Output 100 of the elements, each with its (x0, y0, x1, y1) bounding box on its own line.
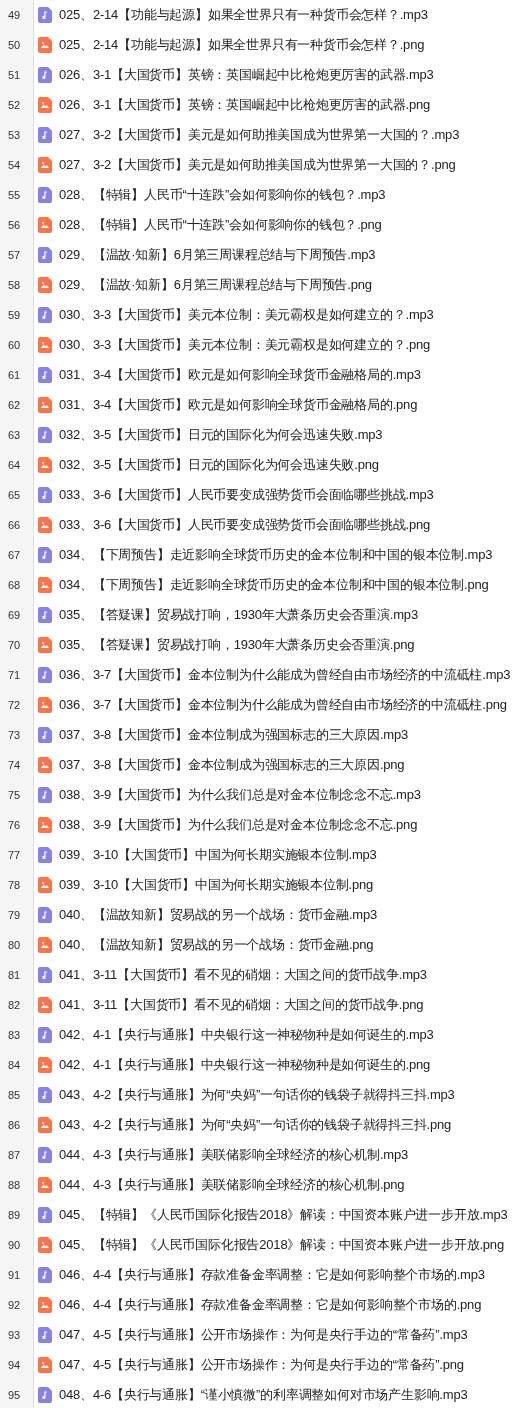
line-number: 67 (7, 547, 22, 563)
file-name[interactable]: 037、3-8【大国货币】金本位制成为强国标志的三大原因.png (59, 755, 405, 775)
file-name[interactable]: 036、3-7【大国货币】金本位制为什么能成为曾经自由市场经济的中流砥柱.mp3 (59, 665, 511, 685)
image-file-icon (38, 217, 52, 233)
image-file-icon (38, 697, 52, 713)
file-name[interactable]: 041、3-11【大国货币】看不见的硝烟：大国之间的货币战争.mp3 (59, 965, 427, 985)
file-name[interactable]: 040、【温故知新】贸易战的另一个战场：货币金融.mp3 (59, 905, 377, 925)
line-number: 77 (7, 847, 22, 863)
music-file-icon (38, 307, 52, 323)
file-name[interactable]: 027、3-2【大国货币】美元是如何助推美国成为世界第一大国的？.png (59, 155, 456, 175)
file-name[interactable]: 043、4-2【央行与通胀】为何“央妈”一句话你的钱袋子就得抖三抖.mp3 (59, 1085, 455, 1105)
file-name[interactable]: 035、【答疑课】贸易战打响，1930年大萧条历史会否重演.png (59, 635, 415, 655)
file-name[interactable]: 035、【答疑课】贸易战打响，1930年大萧条历史会否重演.mp3 (59, 605, 418, 625)
line-number: 84 (7, 1057, 22, 1073)
file-name[interactable]: 032、3-5【大国货币】日元的国际化为何会迅速失败.png (59, 455, 379, 475)
image-file-icon (38, 877, 52, 893)
file-name[interactable]: 039、3-10【大国货币】中国为何长期实施银本位制.png (59, 875, 373, 895)
file-name[interactable]: 044、4-3【央行与通胀】美联储影响全球经济的核心机制.mp3 (59, 1145, 408, 1165)
music-file-icon (38, 187, 52, 203)
music-file-icon (38, 787, 52, 803)
line-number: 76 (7, 817, 22, 833)
file-name[interactable]: 038、3-9【大国货币】为什么我们总是对金本位制念念不忘.mp3 (59, 785, 421, 805)
image-file-icon (38, 277, 52, 293)
file-name[interactable]: 033、3-6【大国货币】人民币要变成强势货币会面临哪些挑战.png (59, 515, 430, 535)
line-number: 65 (7, 487, 22, 503)
image-file-icon (38, 517, 52, 533)
image-file-icon (38, 1177, 52, 1193)
music-file-icon (38, 667, 52, 683)
music-file-icon (38, 127, 52, 143)
music-file-icon (38, 1147, 52, 1163)
music-file-icon (38, 1327, 52, 1343)
line-number: 95 (7, 1387, 22, 1403)
line-number: 52 (7, 97, 22, 113)
line-number: 53 (7, 127, 22, 143)
line-number: 79 (7, 907, 22, 923)
file-name[interactable]: 046、4-4【央行与通胀】存款准备金率调整：它是如何影响整个市场的.mp3 (59, 1265, 485, 1285)
music-file-icon (38, 247, 52, 263)
file-name[interactable]: 034、【下周预告】走近影响全球货币历史的金本位制和中国的银本位制.mp3 (59, 545, 493, 565)
file-name[interactable]: 030、3-3【大国货币】美元本位制：美元霸权是如何建立的？.png (59, 335, 430, 355)
image-file-icon (38, 1237, 52, 1253)
file-name[interactable]: 036、3-7【大国货币】金本位制为什么能成为曾经自由市场经济的中流砥柱.png (59, 695, 507, 715)
file-name[interactable]: 026、3-1【大国货币】英镑：英国崛起中比枪炮更厉害的武器.png (59, 95, 430, 115)
line-number: 49 (7, 7, 22, 23)
image-file-icon (38, 1117, 52, 1133)
file-name[interactable]: 042、4-1【央行与通胀】中央银行这一神秘物种是如何诞生的.mp3 (59, 1025, 434, 1045)
file-name[interactable]: 026、3-1【大国货币】英镑：英国崛起中比枪炮更厉害的武器.mp3 (59, 65, 434, 85)
line-number: 70 (7, 637, 22, 653)
file-name[interactable]: 025、2-14【功能与起源】如果全世界只有一种货币会怎样？.png (59, 35, 425, 55)
music-file-icon (38, 967, 52, 983)
image-file-icon (38, 577, 52, 593)
music-file-icon (38, 1387, 52, 1403)
image-file-icon (38, 157, 52, 173)
line-number: 87 (7, 1147, 22, 1163)
file-name[interactable]: 029、【温故·知新】6月第三周课程总结与下周预告.png (59, 275, 372, 295)
file-name[interactable]: 031、3-4【大国货币】欧元是如何影响全球货币金融格局的.mp3 (59, 365, 421, 385)
file-name[interactable]: 031、3-4【大国货币】欧元是如何影响全球货币金融格局的.png (59, 395, 418, 415)
file-name[interactable]: 033、3-6【大国货币】人民币要变成强势货币会面临哪些挑战.mp3 (59, 485, 434, 505)
image-file-icon (38, 1357, 52, 1373)
file-name[interactable]: 028、【特辑】人民币“十连跌”会如何影响你的钱包？.png (59, 215, 382, 235)
file-name[interactable]: 037、3-8【大国货币】金本位制成为强国标志的三大原因.mp3 (59, 725, 408, 745)
file-name[interactable]: 027、3-2【大国货币】美元是如何助推美国成为世界第一大国的？.mp3 (59, 125, 460, 145)
file-name[interactable]: 029、【温故·知新】6月第三周课程总结与下周预告.mp3 (59, 245, 376, 265)
image-file-icon (38, 337, 52, 353)
file-name[interactable]: 044、4-3【央行与通胀】美联储影响全球经济的核心机制.png (59, 1175, 405, 1195)
line-number: 59 (7, 307, 22, 323)
music-file-icon (38, 487, 52, 503)
file-name[interactable]: 048、4-6【央行与通胀】“谨小慎微”的利率调整如何对市场产生影响.mp3 (59, 1385, 468, 1405)
file-name[interactable]: 034、【下周预告】走近影响全球货币历史的金本位制和中国的银本位制.png (59, 575, 489, 595)
music-file-icon (38, 607, 52, 623)
line-number: 50 (7, 37, 22, 53)
file-name[interactable]: 028、【特辑】人民币“十连跌”会如何影响你的钱包？.mp3 (59, 185, 386, 205)
file-name[interactable]: 030、3-3【大国货币】美元本位制：美元霸权是如何建立的？.mp3 (59, 305, 434, 325)
music-file-icon (38, 7, 52, 23)
file-name[interactable]: 042、4-1【央行与通胀】中央银行这一神秘物种是如何诞生的.png (59, 1055, 430, 1075)
line-number: 78 (7, 877, 22, 893)
image-file-icon (38, 397, 52, 413)
file-name[interactable]: 046、4-4【央行与通胀】存款准备金率调整：它是如何影响整个市场的.png (59, 1295, 482, 1315)
line-number: 74 (7, 757, 22, 773)
file-name[interactable]: 039、3-10【大国货币】中国为何长期实施银本位制.mp3 (59, 845, 377, 865)
file-name[interactable]: 047、4-5【央行与通胀】公开市场操作：为何是央行手边的“常备药”.png (59, 1355, 464, 1375)
image-file-icon (38, 97, 52, 113)
line-number: 60 (7, 337, 22, 353)
file-name[interactable]: 041、3-11【大国货币】看不见的硝烟：大国之间的货币战争.png (59, 995, 424, 1015)
line-number: 83 (7, 1027, 22, 1043)
music-file-icon (38, 547, 52, 563)
file-name[interactable]: 045、【特辑】《人民币国际化报告2018》解读：中国资本账户进一步开放.png (59, 1235, 504, 1255)
line-number: 56 (7, 217, 22, 233)
file-name[interactable]: 043、4-2【央行与通胀】为何“央妈”一句话你的钱袋子就得抖三抖.png (59, 1115, 452, 1135)
file-name[interactable]: 045、【特辑】《人民币国际化报告2018》解读：中国资本账户进一步开放.mp3 (59, 1205, 508, 1225)
image-file-icon (38, 757, 52, 773)
file-name[interactable]: 038、3-9【大国货币】为什么我们总是对金本位制念念不忘.png (59, 815, 418, 835)
image-file-icon (38, 37, 52, 53)
line-number: 64 (7, 457, 22, 473)
line-number: 80 (7, 937, 22, 953)
line-number: 54 (7, 157, 22, 173)
file-name[interactable]: 040、【温故知新】贸易战的另一个战场：货币金融.png (59, 935, 374, 955)
file-name[interactable]: 047、4-5【央行与通胀】公开市场操作：为何是央行手边的“常备药”.mp3 (59, 1325, 468, 1345)
file-name[interactable]: 025、2-14【功能与起源】如果全世界只有一种货币会怎样？.mp3 (59, 5, 428, 25)
file-name[interactable]: 032、3-5【大国货币】日元的国际化为何会迅速失败.mp3 (59, 425, 383, 445)
music-file-icon (38, 847, 52, 863)
